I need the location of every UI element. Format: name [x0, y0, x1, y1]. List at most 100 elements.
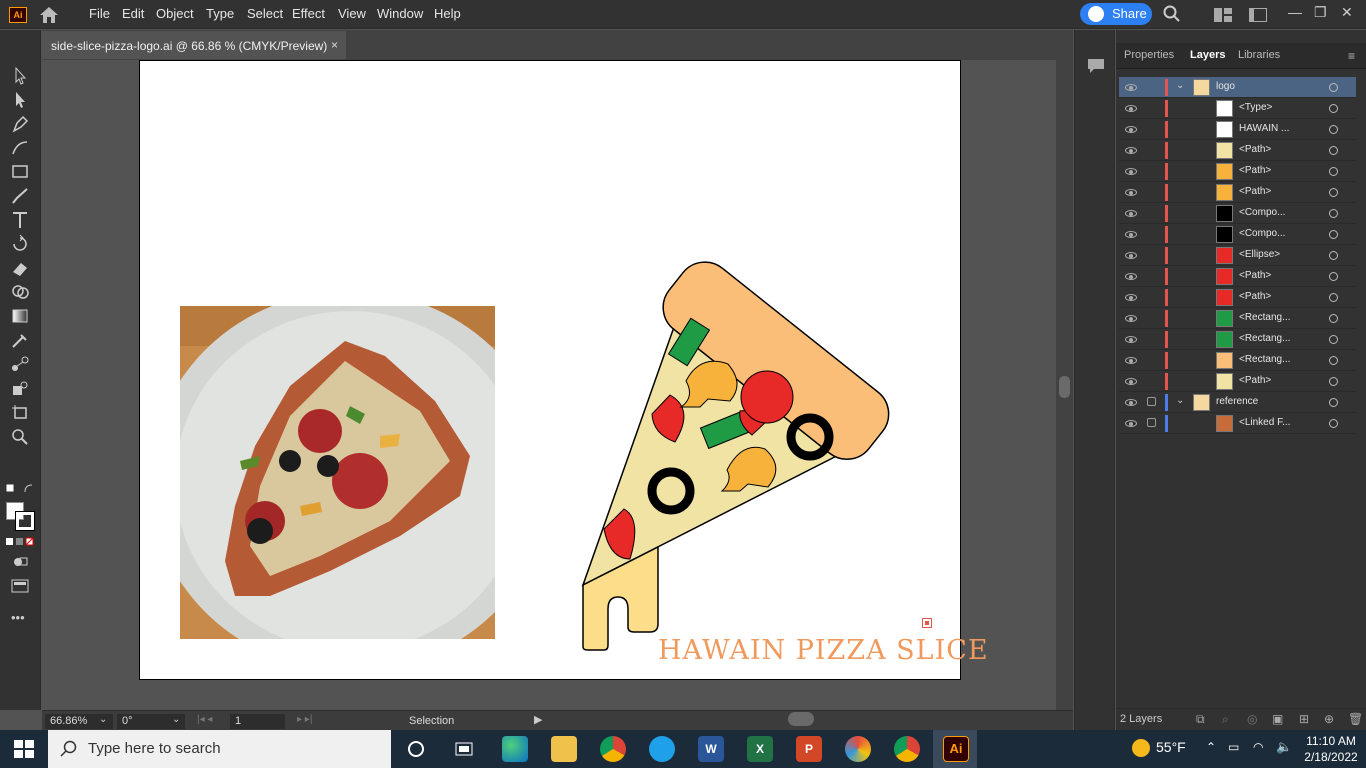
restore-icon[interactable]: ❐	[1314, 4, 1327, 21]
panel-menu-icon[interactable]: ≡	[1348, 49, 1355, 63]
artboard[interactable]: HAWAIN PIZZA SLICE	[139, 60, 988, 680]
menu-type[interactable]: Type	[206, 6, 234, 21]
internet-explorer-icon[interactable]	[649, 736, 675, 762]
gradient-tool-icon[interactable]	[9, 306, 31, 326]
target-circle-icon[interactable]	[1329, 251, 1338, 260]
share-button[interactable]: Share	[1080, 3, 1152, 25]
visibility-eye-icon[interactable]	[1125, 168, 1137, 175]
menu-object[interactable]: Object	[156, 6, 194, 21]
expand-chevron-icon[interactable]: ⌄	[1176, 80, 1184, 91]
layer-name[interactable]: <Ellipse>	[1239, 249, 1280, 260]
close-icon[interactable]: ✕	[1341, 4, 1353, 21]
artboard-first-prev-icon[interactable]: |◂ ◂	[197, 714, 212, 725]
edge-browser-icon[interactable]	[502, 736, 528, 762]
layer-item-row[interactable]: <Path>	[1119, 287, 1356, 308]
logo-title[interactable]: HAWAIN PIZZA SLICE	[658, 635, 989, 666]
color-mode-icons[interactable]	[6, 537, 36, 547]
layer-item-row[interactable]: <Type>	[1119, 98, 1356, 119]
close-tab-icon[interactable]: ×	[331, 38, 338, 52]
arrange-documents-icon[interactable]	[1214, 8, 1232, 22]
expand-chevron-icon[interactable]: ⌄	[1176, 395, 1184, 406]
layer-name[interactable]: <Path>	[1239, 186, 1271, 197]
eyedropper-tool-icon[interactable]	[9, 330, 31, 350]
layer-item-row[interactable]: HAWAIN ...	[1119, 119, 1356, 140]
visibility-eye-icon[interactable]	[1125, 126, 1137, 133]
visibility-eye-icon[interactable]	[1125, 399, 1137, 406]
artboard-next-last-icon[interactable]: ▸ ▸|	[297, 714, 312, 725]
more-tools-icon[interactable]: •••	[11, 610, 25, 625]
layer-item-row[interactable]: <Rectang...	[1119, 350, 1356, 371]
illustrator-taskbar-icon[interactable]: Ai	[943, 736, 969, 762]
target-circle-icon[interactable]	[1329, 314, 1338, 323]
menu-file[interactable]: File	[89, 6, 110, 21]
target-circle-icon[interactable]	[1329, 335, 1338, 344]
vertical-scroll-thumb[interactable]	[1059, 376, 1070, 398]
target-circle-icon[interactable]	[1329, 167, 1338, 176]
type-tool-icon[interactable]	[9, 210, 31, 230]
search-icon[interactable]	[1163, 5, 1181, 23]
visibility-eye-icon[interactable]	[1125, 420, 1137, 427]
rotation-dropdown-icon[interactable]: ⌄	[172, 714, 180, 725]
file-explorer-icon[interactable]	[551, 736, 577, 762]
menu-help[interactable]: Help	[434, 6, 461, 21]
layer-name[interactable]: <Rectang...	[1239, 333, 1290, 344]
menu-edit[interactable]: Edit	[122, 6, 144, 21]
target-circle-icon[interactable]	[1329, 125, 1338, 134]
layer-name[interactable]: <Type>	[1239, 102, 1272, 113]
layer-name[interactable]: <Path>	[1239, 144, 1271, 155]
layer-name[interactable]: <Linked F...	[1239, 417, 1290, 428]
chrome-icon[interactable]	[600, 736, 626, 762]
draw-mode-icon[interactable]	[9, 552, 31, 572]
tab-libraries[interactable]: Libraries	[1238, 49, 1280, 61]
layer-item-row[interactable]: <Linked F...	[1119, 413, 1356, 434]
blend-tool-icon[interactable]	[9, 354, 31, 374]
tab-layers[interactable]: Layers	[1190, 49, 1225, 61]
layer-name[interactable]: reference	[1216, 396, 1258, 407]
lock-icon[interactable]	[1147, 418, 1156, 427]
layer-item-row[interactable]: <Path>	[1119, 182, 1356, 203]
target-circle-icon[interactable]	[1329, 398, 1338, 407]
target-circle-icon[interactable]	[1329, 188, 1338, 197]
target-circle-icon[interactable]	[1329, 419, 1338, 428]
taskbar-search-box[interactable]: Type here to search	[48, 730, 391, 768]
target-circle-icon[interactable]	[1329, 104, 1338, 113]
show-hidden-icons-icon[interactable]: ⌃	[1206, 740, 1216, 754]
battery-icon[interactable]: ▭	[1228, 740, 1239, 754]
paintbrush-tool-icon[interactable]	[9, 186, 31, 206]
chrome-profile-icon[interactable]	[894, 736, 920, 762]
powerpoint-icon[interactable]: P	[796, 736, 822, 762]
wifi-icon[interactable]: ◠	[1253, 740, 1263, 754]
locate-object-icon[interactable]: ⌕	[1222, 712, 1229, 727]
menu-window[interactable]: Window	[377, 6, 423, 21]
selection-tool-icon[interactable]	[9, 66, 31, 86]
tab-properties[interactable]: Properties	[1124, 49, 1174, 61]
artboard-tool-icon[interactable]	[9, 402, 31, 422]
target-circle-icon[interactable]	[1329, 209, 1338, 218]
layer-row[interactable]: ⌄ logo	[1119, 77, 1356, 98]
layer-item-row[interactable]: <Rectang...	[1119, 329, 1356, 350]
target-circle-icon[interactable]	[1329, 293, 1338, 302]
visibility-eye-icon[interactable]	[1125, 315, 1137, 322]
swap-fill-stroke-icon[interactable]	[5, 482, 35, 496]
artboard-number-field[interactable]: 1	[230, 714, 285, 729]
layer-name[interactable]: <Path>	[1239, 270, 1271, 281]
visibility-eye-icon[interactable]	[1125, 105, 1137, 112]
layer-name[interactable]: <Rectang...	[1239, 354, 1290, 365]
horizontal-scroll-thumb[interactable]	[788, 712, 814, 726]
layer-row[interactable]: ⌄ reference	[1119, 392, 1356, 413]
target-circle-icon[interactable]	[1329, 272, 1338, 281]
zoom-tool-icon[interactable]	[9, 426, 31, 446]
layer-name[interactable]: HAWAIN ...	[1239, 123, 1289, 134]
layer-name[interactable]: logo	[1216, 81, 1235, 92]
shape-builder-tool-icon[interactable]	[9, 282, 31, 302]
visibility-eye-icon[interactable]	[1125, 294, 1137, 301]
menu-select[interactable]: Select	[247, 6, 283, 21]
menu-effect[interactable]: Effect	[292, 6, 325, 21]
paint-icon[interactable]	[845, 736, 871, 762]
home-icon[interactable]	[38, 5, 60, 25]
layer-item-row[interactable]: <Ellipse>	[1119, 245, 1356, 266]
visibility-eye-icon[interactable]	[1125, 336, 1137, 343]
export-icon[interactable]: ⧉	[1196, 712, 1205, 727]
minimize-icon[interactable]: —	[1288, 4, 1302, 20]
pizza-slice-logo[interactable]	[580, 229, 920, 654]
